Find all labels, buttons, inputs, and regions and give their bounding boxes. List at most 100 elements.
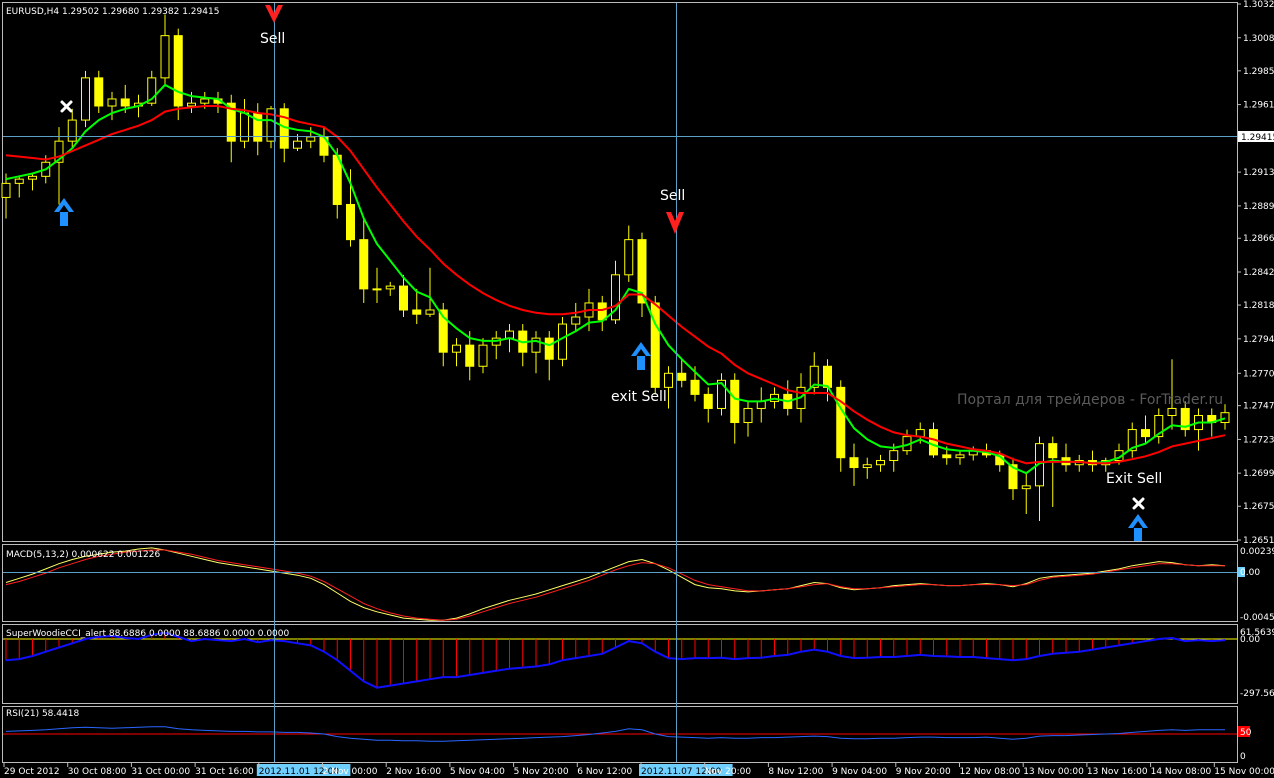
macd-axis-top: 0.00239 [1240,547,1274,557]
current-price-label: 1.29415 [1241,133,1274,143]
exit-sell-label-1: exit Sell [611,389,667,405]
candle-body [756,400,766,409]
candle-body [173,35,183,107]
candle-body [94,77,104,107]
candle-body [425,309,435,315]
candle-body [1167,407,1177,416]
candle-body [690,379,700,395]
price-tick-label: 1.30085 [1243,34,1274,44]
candle-body [293,140,302,149]
time-tick-label: 14 Nov 08:00 [1151,767,1212,777]
candle-body [1220,412,1230,424]
time-tick-label: 2 Nov 00:00 [323,767,378,777]
candle-body [703,393,713,409]
candle-body [359,239,369,290]
time-tick-label: 30 Oct 08:00 [68,767,127,777]
time-tick-label: 2 Nov 16:00 [386,767,441,777]
time-tick-label: 12 Nov 08:00 [960,767,1021,777]
price-tick-label: 1.29610 [1243,101,1274,111]
time-tick-label: Nov 20:00 [705,767,752,777]
time-tick-label: 5 Nov 20:00 [514,767,569,777]
candle-body [452,344,461,353]
candle-body [187,102,196,107]
candle-body [14,178,24,184]
time-tick-label: 29 Oct 2012 [4,767,60,777]
price-tick-label: 1.26755 [1243,502,1274,512]
candle-body [107,98,117,107]
time-tick-label: 5 Nov 04:00 [450,767,505,777]
price-tick-label: 1.27945 [1243,335,1274,345]
time-tick-label: 9 Nov 20:00 [896,767,951,777]
candle-body [1141,429,1150,438]
watermark: Портал для трейдеров - ForTrader.ru [957,392,1223,408]
candle-body [849,457,859,469]
price-tick-label: 1.28185 [1243,301,1274,311]
price-tick-label: 1.27230 [1243,435,1274,445]
macd-axis-zero: 0.00 [1240,568,1260,578]
rsi-axis-bottom: 0 [1240,752,1246,762]
price-tick-label: 1.26990 [1243,469,1274,479]
rsi-panel-label: RSI(21) 58.4418 [6,709,79,719]
candle [558,317,567,367]
candle-body [1,182,11,198]
candle [173,28,183,121]
price-tick-label: 1.28660 [1243,234,1274,244]
candle [81,70,90,128]
rsi-axis-level: 50 [1240,728,1252,738]
candle-body [372,288,382,291]
candle-body [28,175,37,180]
price-tick-label: 1.26515 [1243,536,1274,546]
candle-body [955,454,965,459]
candle-body [571,316,581,325]
candle-body [465,344,475,367]
cci-axis-zero: 0.00 [1240,635,1260,645]
candle-body [306,136,316,142]
candle-body [412,309,422,315]
candle-body [399,285,408,311]
candle-body [81,77,90,121]
time-tick-label: 31 Oct 00:00 [131,767,190,777]
time-tick-label: 13 Nov 00:00 [1023,767,1084,777]
candle-body [505,330,514,339]
candle-body [929,429,938,456]
trading-chart[interactable]: EURUSD,H4 1.29502 1.29680 1.29382 1.2941… [0,0,1274,778]
candle-body [862,464,872,469]
sell-label-1: Sell [260,31,285,47]
price-tick-label: 1.27700 [1243,369,1274,379]
candle-body [67,119,77,142]
price-tick-label: 1.29850 [1243,67,1274,77]
time-tick-label: 15 Nov 00:00 [1214,767,1274,777]
main-panel-label: EURUSD,H4 1.29502 1.29680 1.29382 1.2941… [6,7,219,17]
candle-body [743,407,753,424]
price-tick-label: 1.30325 [1243,0,1274,10]
time-tick-label: 9 Nov 04:00 [832,767,887,777]
candle-body [876,460,885,466]
candle-body [889,450,899,462]
candle-body [1021,485,1031,490]
candle-body [730,379,740,424]
exit-sell-label-2: Exit Sell [1106,471,1162,487]
candle-body [836,386,846,459]
cci-axis-bottom: -297.569 [1240,689,1274,699]
candle-body [677,372,687,381]
macd-axis-bottom: -0.00458 [1240,613,1274,623]
time-tick-label: 13 Nov 16:00 [1087,767,1148,777]
candle-body [120,98,130,107]
candle-body [558,323,567,360]
candle [650,295,660,395]
price-tick-label: 1.27470 [1243,402,1274,412]
candle [836,380,846,472]
candle-body [664,372,673,388]
cci-panel-label: SuperWoodieCCI_alert 88.6886 0.0000 88.6… [6,629,289,639]
time-tick-label: 8 Nov 12:00 [768,767,823,777]
candle-body [478,344,488,367]
time-tick-label: 31 Oct 16:00 [195,767,254,777]
candle-body [544,337,554,360]
time-tick-label: 6 Nov 12:00 [577,767,632,777]
price-tick-label: 1.28420 [1243,268,1274,278]
candle-body [823,365,832,388]
price-tick-label: 1.29130 [1243,168,1274,178]
candle-body [597,302,607,321]
price-tick-label: 1.28890 [1243,202,1274,212]
candle-body [160,35,170,79]
